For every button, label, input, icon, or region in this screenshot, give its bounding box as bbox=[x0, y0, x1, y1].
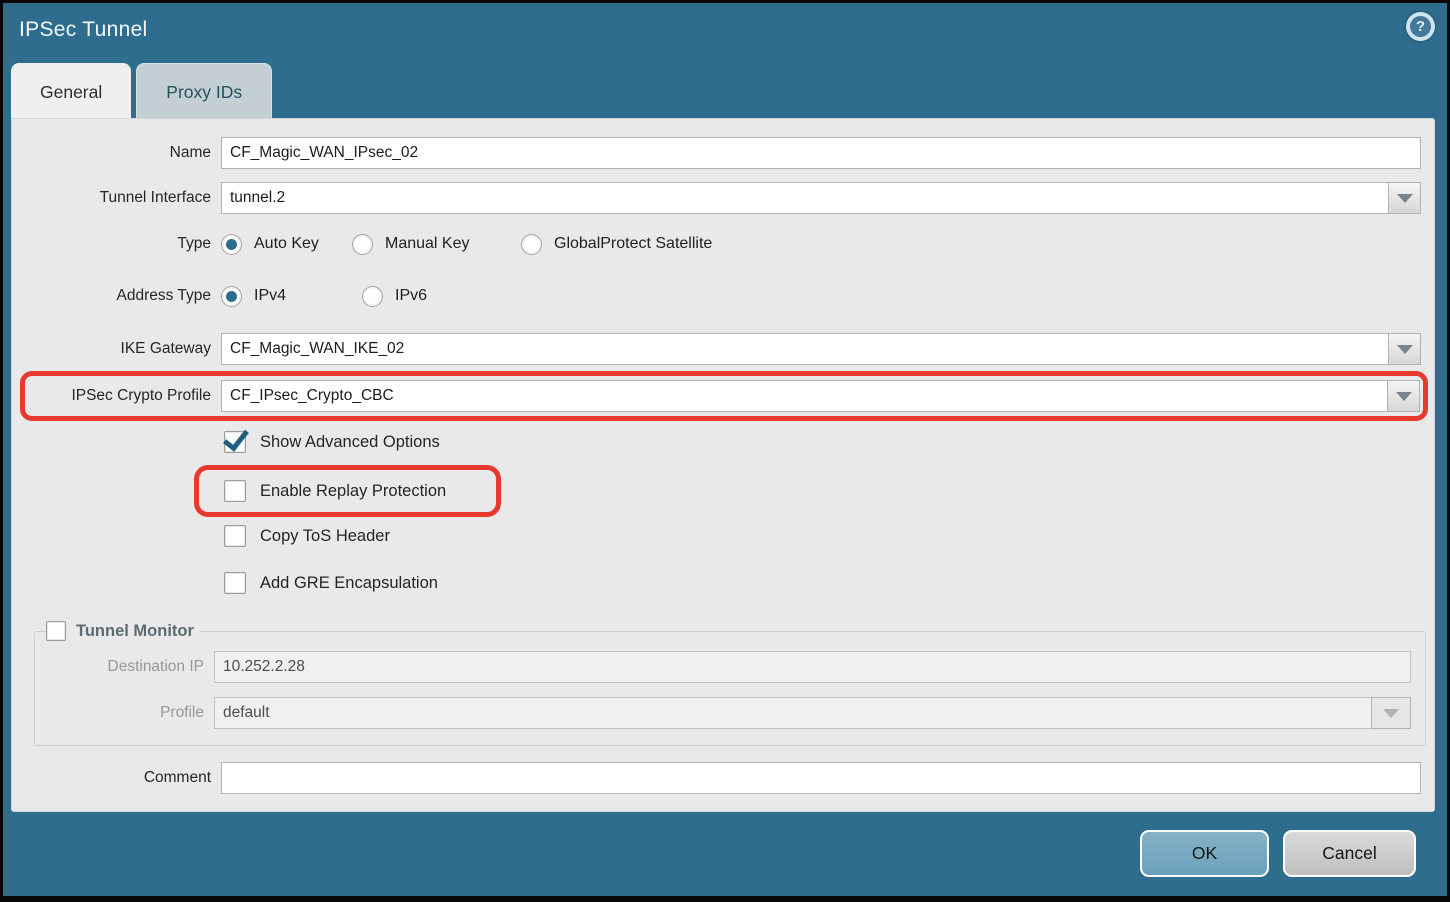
radio-unselected-icon[interactable] bbox=[362, 286, 383, 307]
enable-replay-protection-highlight-box: Enable Replay Protection bbox=[194, 465, 501, 517]
destination-ip-label: Destination IP bbox=[43, 658, 204, 676]
tunnel-interface-row: Tunnel Interface bbox=[22, 182, 1421, 214]
enable-replay-protection-checkbox[interactable] bbox=[224, 480, 246, 502]
show-advanced-options-row: Show Advanced Options bbox=[224, 429, 1421, 455]
ipsec-crypto-profile-label: IPSec Crypto Profile bbox=[25, 387, 211, 405]
monitor-profile-input bbox=[214, 697, 1371, 729]
ipsec-crypto-profile-dropdown-button[interactable] bbox=[1387, 380, 1420, 412]
radio-label: Manual Key bbox=[385, 235, 470, 253]
ipsec-crypto-profile-highlight-box: IPSec Crypto Profile bbox=[20, 371, 1428, 421]
help-icon: ? bbox=[1410, 16, 1431, 37]
comment-input[interactable] bbox=[221, 762, 1421, 794]
monitor-profile-combo bbox=[214, 697, 1411, 729]
address-type-row: Address Type IPv4 IPv6 bbox=[22, 282, 1421, 310]
tab-proxy-ids[interactable]: Proxy IDs bbox=[136, 63, 272, 121]
name-input[interactable] bbox=[221, 137, 1421, 169]
tunnel-interface-label: Tunnel Interface bbox=[22, 189, 211, 207]
ike-gateway-combo bbox=[221, 333, 1421, 365]
name-label: Name bbox=[22, 144, 211, 162]
tunnel-interface-dropdown-button[interactable] bbox=[1388, 182, 1421, 214]
add-gre-encapsulation-checkbox[interactable] bbox=[224, 572, 246, 594]
ok-button[interactable]: OK bbox=[1140, 830, 1269, 877]
radio-selected-icon[interactable] bbox=[221, 234, 242, 255]
type-row: Type Auto Key Manual Key GlobalProtect S… bbox=[22, 230, 1421, 258]
tunnel-monitor-section: Tunnel Monitor Destination IP Profile bbox=[34, 621, 1426, 746]
general-tab-panel: Name Tunnel Interface Type bbox=[11, 118, 1435, 812]
tunnel-monitor-label: Tunnel Monitor bbox=[76, 622, 194, 641]
monitor-profile-label: Profile bbox=[43, 704, 204, 722]
ike-gateway-row: IKE Gateway bbox=[22, 333, 1421, 365]
show-advanced-options-checkbox[interactable] bbox=[224, 431, 246, 453]
ike-gateway-label: IKE Gateway bbox=[22, 340, 211, 358]
ike-gateway-dropdown-button[interactable] bbox=[1388, 333, 1421, 365]
add-gre-encapsulation-row: Add GRE Encapsulation bbox=[224, 570, 1421, 596]
title-bar: IPSec Tunnel ? bbox=[3, 3, 1447, 63]
monitor-profile-dropdown-button bbox=[1371, 697, 1411, 729]
type-option-manual-key[interactable]: Manual Key bbox=[352, 234, 521, 255]
radio-unselected-icon[interactable] bbox=[521, 234, 542, 255]
tunnel-monitor-checkbox[interactable] bbox=[46, 621, 66, 641]
comment-row: Comment bbox=[22, 762, 1421, 794]
type-label: Type bbox=[22, 235, 211, 253]
radio-label: Auto Key bbox=[254, 235, 319, 253]
dialog-footer: OK Cancel bbox=[3, 812, 1447, 896]
radio-label: GlobalProtect Satellite bbox=[554, 235, 712, 253]
tab-proxy-ids-label: Proxy IDs bbox=[166, 82, 242, 103]
radio-label: IPv4 bbox=[254, 287, 286, 305]
chevron-down-icon bbox=[1396, 392, 1412, 401]
tab-bar: General Proxy IDs bbox=[11, 63, 272, 121]
help-button[interactable]: ? bbox=[1406, 12, 1435, 41]
address-type-option-ipv4[interactable]: IPv4 bbox=[221, 286, 362, 307]
radio-selected-icon[interactable] bbox=[221, 286, 242, 307]
destination-ip-row: Destination IP bbox=[43, 651, 1411, 683]
chevron-down-icon bbox=[1383, 709, 1399, 718]
checkbox-label: Show Advanced Options bbox=[260, 433, 440, 452]
destination-ip-input bbox=[214, 651, 1411, 683]
ike-gateway-input[interactable] bbox=[221, 333, 1388, 365]
cancel-button[interactable]: Cancel bbox=[1283, 830, 1416, 877]
tunnel-interface-input[interactable] bbox=[221, 182, 1388, 214]
copy-tos-header-row: Copy ToS Header bbox=[224, 523, 1421, 549]
tab-general-label: General bbox=[40, 82, 102, 103]
ipsec-tunnel-dialog: IPSec Tunnel ? General Proxy IDs Name Tu… bbox=[0, 0, 1450, 902]
tunnel-interface-combo bbox=[221, 182, 1421, 214]
ipsec-crypto-profile-combo bbox=[221, 380, 1420, 412]
radio-unselected-icon[interactable] bbox=[352, 234, 373, 255]
address-type-label: Address Type bbox=[22, 287, 211, 305]
name-row: Name bbox=[22, 137, 1421, 169]
copy-tos-header-checkbox[interactable] bbox=[224, 525, 246, 547]
comment-label: Comment bbox=[22, 769, 211, 787]
tunnel-monitor-legend: Tunnel Monitor bbox=[46, 621, 200, 641]
ipsec-crypto-profile-row: IPSec Crypto Profile bbox=[25, 380, 1420, 412]
type-option-auto-key[interactable]: Auto Key bbox=[221, 234, 352, 255]
tab-general[interactable]: General bbox=[11, 63, 131, 121]
checkbox-label: Enable Replay Protection bbox=[260, 482, 446, 501]
checkbox-label: Add GRE Encapsulation bbox=[260, 574, 438, 593]
monitor-profile-row: Profile bbox=[43, 697, 1411, 729]
radio-label: IPv6 bbox=[395, 287, 427, 305]
chevron-down-icon bbox=[1397, 345, 1413, 354]
enable-replay-protection-row: Enable Replay Protection bbox=[224, 478, 496, 504]
footer-buttons: OK Cancel bbox=[1140, 830, 1416, 877]
ipsec-crypto-profile-input[interactable] bbox=[221, 380, 1387, 412]
checkbox-label: Copy ToS Header bbox=[260, 527, 390, 546]
chevron-down-icon bbox=[1397, 194, 1413, 203]
dialog-title: IPSec Tunnel bbox=[19, 18, 148, 42]
address-type-option-ipv6[interactable]: IPv6 bbox=[362, 286, 427, 307]
type-option-globalprotect-satellite[interactable]: GlobalProtect Satellite bbox=[521, 234, 712, 255]
